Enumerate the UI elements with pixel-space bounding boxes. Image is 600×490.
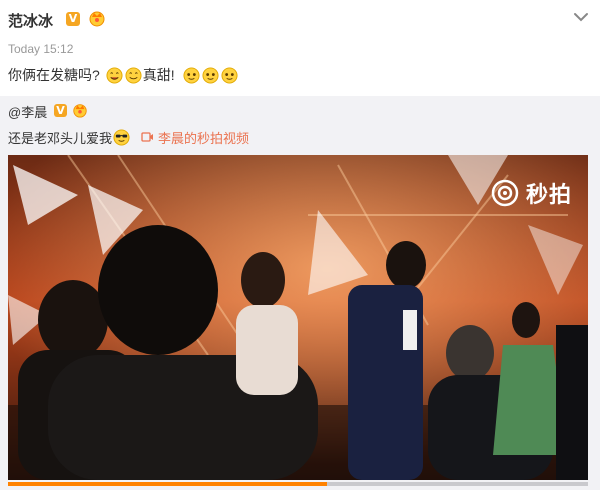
crown-icon bbox=[89, 11, 105, 27]
repost-author[interactable]: @李晨 bbox=[8, 105, 47, 120]
video-progress-fill bbox=[8, 482, 327, 486]
crown-icon bbox=[73, 104, 87, 118]
video-progress-bar[interactable] bbox=[8, 482, 588, 486]
post-text: 你俩在发糖吗? 真甜! bbox=[8, 64, 239, 86]
repost-text-line: 还是老邓头儿爱我 李晨的秒拍视频 bbox=[8, 127, 249, 147]
post-timestamp: Today 15:12 bbox=[8, 42, 74, 56]
wink-emoji-icon bbox=[202, 66, 219, 84]
video-watermark: 秒拍 bbox=[490, 177, 572, 209]
verified-badge-icon: V bbox=[66, 12, 80, 26]
wink-emoji-icon bbox=[221, 66, 238, 84]
repost-text: 还是老邓头儿爱我 bbox=[8, 130, 113, 146]
video-link[interactable]: 李晨的秒拍视频 bbox=[141, 128, 249, 147]
post-text-part1: 你俩在发糖吗? bbox=[8, 67, 100, 83]
smile-emoji-icon bbox=[106, 66, 123, 84]
post-username[interactable]: 范冰冰 bbox=[8, 10, 53, 31]
repost-header: @李晨 V bbox=[8, 102, 87, 122]
sunglasses-emoji-icon bbox=[113, 128, 130, 146]
wink-emoji-icon bbox=[183, 66, 200, 84]
post-text-part2: 真甜! bbox=[142, 67, 175, 83]
watermark-text: 秒拍 bbox=[525, 182, 572, 207]
chevron-down-icon[interactable] bbox=[572, 8, 590, 26]
verified-badge-icon: V bbox=[54, 104, 67, 117]
post-header: 范冰冰 V bbox=[8, 6, 592, 30]
video-link-icon bbox=[141, 132, 154, 142]
miaopai-logo-icon bbox=[491, 179, 519, 207]
video-link-label: 李晨的秒拍视频 bbox=[158, 130, 250, 146]
video-player[interactable]: 秒拍 bbox=[8, 155, 588, 480]
smile-emoji-icon bbox=[125, 66, 142, 84]
repost-box[interactable]: @李晨 V 还是老邓头儿爱我 李晨的秒拍视频 秒拍 bbox=[0, 96, 600, 490]
